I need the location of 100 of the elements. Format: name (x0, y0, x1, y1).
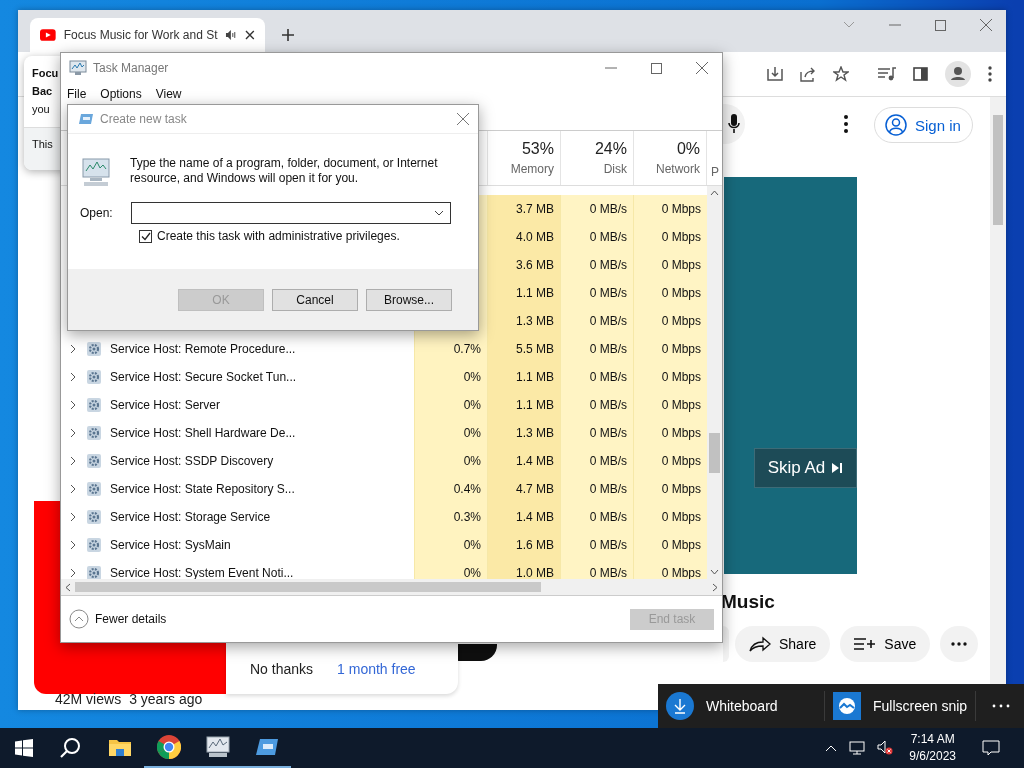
subscribe-button[interactable] (455, 644, 497, 661)
more-icon[interactable] (992, 704, 1010, 708)
playlist-icon[interactable] (878, 67, 896, 81)
checkbox-label[interactable]: Create this task with administrative privileges. (157, 229, 400, 243)
process-name: Service Host: Server (110, 398, 221, 412)
table-cell: 0 Mbps (633, 223, 707, 251)
browse-button[interactable]: Browse... (366, 288, 452, 311)
checkbox[interactable] (139, 229, 152, 243)
save-button[interactable]: Save (840, 626, 931, 662)
table-cell: 0 MB/s (560, 447, 633, 475)
table-cell: 0 MB/s (560, 307, 633, 335)
menu-icon[interactable] (988, 66, 992, 82)
column-header[interactable]: 24% Disk (560, 131, 633, 185)
download-icon[interactable] (767, 66, 783, 82)
table-cell: 5.5 MB (487, 335, 560, 363)
table-cell: 4.7 MB (487, 475, 560, 503)
mic-button[interactable] (723, 104, 745, 144)
table-cell: 0 Mbps (633, 447, 707, 475)
monitor-chart-icon (69, 60, 87, 76)
mic-icon (728, 114, 740, 134)
table-cell: 1.1 MB (487, 279, 560, 307)
table-cell: 0 Mbps (633, 475, 707, 503)
volume-muted-icon[interactable] (877, 740, 894, 756)
gear-icon (86, 341, 102, 357)
notification-action[interactable]: Whiteboard (658, 684, 824, 728)
column-header[interactable]: P (706, 131, 722, 185)
process-name: Service Host: State Repository S... (110, 482, 295, 496)
clock-time[interactable]: 7:14 AM (910, 731, 955, 748)
scroll-down-icon[interactable] (710, 569, 719, 575)
network-icon[interactable] (849, 741, 866, 755)
more-button[interactable] (940, 626, 979, 662)
gear-icon (86, 369, 102, 385)
computer-icon (80, 156, 112, 188)
clock-date[interactable]: 9/6/2023 (909, 748, 956, 765)
speaker-icon[interactable] (225, 29, 238, 41)
table-cell: 1.4 MB (487, 503, 560, 531)
expand-icon[interactable] (70, 512, 76, 522)
video-title: Music (721, 591, 775, 613)
menu-item[interactable]: File (67, 87, 87, 101)
share-button[interactable]: Share (735, 626, 831, 662)
scrollbar-thumb[interactable] (709, 433, 720, 473)
new-tab-icon[interactable] (281, 28, 295, 42)
gear-icon (86, 509, 102, 525)
notification-action[interactable]: Fullscreen snip (825, 684, 976, 728)
free-trial-button[interactable]: 1 month free (337, 661, 416, 677)
cancel-button[interactable]: Cancel (272, 288, 358, 311)
table-cell: 1.6 MB (487, 531, 560, 559)
sign-in-button[interactable]: Sign in (874, 107, 973, 143)
gear-icon (86, 537, 102, 553)
avatar-icon[interactable] (945, 61, 971, 87)
maximize-icon[interactable] (935, 19, 946, 31)
table-cell: 0 Mbps (633, 391, 707, 419)
star-icon[interactable] (833, 66, 849, 82)
table-cell: 0 MB/s (560, 251, 633, 279)
notification-icon[interactable] (982, 740, 1000, 756)
expand-icon[interactable] (70, 372, 76, 382)
maximize-icon[interactable] (651, 62, 662, 74)
menu-icon[interactable] (844, 115, 848, 133)
close-icon[interactable] (245, 30, 255, 40)
video-logo-icon (40, 29, 56, 41)
table-cell: 0 Mbps (633, 419, 707, 447)
menu-item[interactable]: Options (100, 87, 142, 101)
browser-tab[interactable]: Focus Music for Work and St (30, 18, 265, 52)
scrollbar-thumb[interactable] (993, 115, 1003, 225)
search-icon[interactable] (59, 737, 81, 759)
scrollbar[interactable] (61, 579, 722, 596)
scroll-up-icon[interactable] (710, 190, 719, 196)
skip-icon (831, 462, 844, 474)
column-header[interactable]: 0% Network (633, 131, 706, 185)
chevron-up-icon[interactable] (825, 744, 838, 752)
expand-icon[interactable] (70, 428, 76, 438)
open-field[interactable] (131, 202, 451, 224)
fewer-details-link[interactable]: Fewer details (95, 612, 167, 626)
table-cell: 0 MB/s (560, 559, 633, 579)
dialog-title: Create new task (100, 112, 187, 126)
expand-icon[interactable] (70, 568, 76, 578)
collapse-icon[interactable] (69, 609, 89, 629)
expand-icon[interactable] (70, 344, 76, 354)
window-title: Task Manager (93, 61, 169, 75)
share-icon[interactable] (800, 66, 816, 82)
scroll-right-icon[interactable] (712, 582, 718, 592)
close-icon[interactable] (696, 62, 708, 74)
user-circle-icon (885, 114, 907, 136)
skip-ad-button[interactable]: Skip Ad (754, 448, 857, 488)
table-cell: 0 MB/s (560, 223, 633, 251)
expand-icon[interactable] (70, 484, 76, 494)
scroll-left-icon[interactable] (65, 582, 71, 592)
expand-icon[interactable] (70, 456, 76, 466)
menu-item[interactable]: View (155, 87, 182, 101)
side-panel-icon[interactable] (913, 67, 928, 81)
start-icon[interactable] (15, 739, 33, 757)
expand-icon[interactable] (70, 540, 76, 550)
scrollbar-thumb[interactable] (75, 582, 541, 592)
column-header[interactable]: 53% Memory (487, 131, 560, 185)
expand-icon[interactable] (70, 400, 76, 410)
more-icon (951, 642, 968, 646)
download-icon (666, 692, 694, 720)
no-thanks-button[interactable]: No thanks (250, 661, 314, 677)
dialog-message: Type the name of a program, folder, document, or Internet resource, and Windows will open it for you. (130, 156, 439, 186)
scrollbar[interactable] (707, 186, 722, 579)
